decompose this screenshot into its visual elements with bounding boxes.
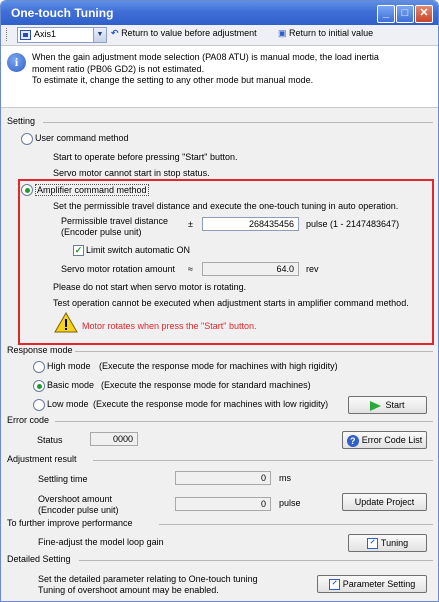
low-mode-desc: (Execute the response mode for machines … xyxy=(93,399,329,409)
warning-icon xyxy=(54,312,78,333)
user-command-method-radio[interactable] xyxy=(21,133,33,145)
amp-note: Test operation cannot be executed when a… xyxy=(53,298,409,308)
low-mode-radio[interactable] xyxy=(33,399,45,411)
warning-message: Motor rotates when press the "Start" but… xyxy=(82,321,257,331)
return-initial-value-label: Return to initial value xyxy=(289,28,374,38)
start-button[interactable]: Start xyxy=(348,396,427,414)
maximize-button[interactable]: □ xyxy=(396,5,414,23)
info-panel: i When the gain adjustment mode selectio… xyxy=(1,46,438,108)
info-message: When the gain adjustment mode selection … xyxy=(32,52,432,87)
toolbar-grip-icon[interactable] xyxy=(6,28,10,41)
response-mode-label: Response mode xyxy=(7,345,73,355)
amp-note: Please do not start when servo motor is … xyxy=(53,282,247,292)
detailed-setting-label: Detailed Setting xyxy=(7,554,71,564)
travel-distance-input[interactable]: 268435456 xyxy=(202,217,299,231)
basic-mode-radio[interactable] xyxy=(33,380,45,392)
toolbar: Axis1 ▼ ↶ Return to value before adjustm… xyxy=(1,25,438,46)
divider xyxy=(79,560,433,561)
limit-switch-checkbox[interactable]: ✓ xyxy=(73,245,84,256)
minimize-button[interactable]: _ xyxy=(377,5,395,23)
info-line: moment ratio (PB06 GD2) is not estimated… xyxy=(32,63,205,74)
detailed-desc: Set the detailed parameter relating to O… xyxy=(38,574,258,584)
divider xyxy=(93,460,433,461)
info-line: To estimate it, change the setting to an… xyxy=(32,75,314,85)
setting-group-label: Setting xyxy=(7,116,36,126)
error-code-list-button[interactable]: ? Error Code List xyxy=(342,431,427,449)
error-code-list-label: Error Code List xyxy=(361,435,423,445)
tuning-button[interactable]: Tuning xyxy=(348,534,427,552)
user-command-method-label[interactable]: User command method xyxy=(35,133,129,143)
amplifier-command-method-radio[interactable] xyxy=(21,184,33,196)
return-initial-value-button[interactable]: ▣ Return to initial value xyxy=(278,28,373,39)
basic-mode-label[interactable]: Basic mode xyxy=(47,380,94,390)
status-label: Status xyxy=(37,435,63,445)
help-icon: ? xyxy=(346,434,359,447)
tuning-button-label: Tuning xyxy=(380,538,409,548)
overshoot-unit-label: (Encoder pulse unit) xyxy=(38,505,119,515)
open-window-icon xyxy=(366,538,378,550)
start-play-icon xyxy=(370,400,382,411)
settling-time-unit: ms xyxy=(279,473,291,483)
detailed-desc: Tuning of overshoot amount may be enable… xyxy=(38,585,219,595)
divider xyxy=(75,351,433,352)
chevron-down-icon[interactable]: ▼ xyxy=(93,28,106,42)
return-before-adjustment-label: Return to value before adjustment xyxy=(121,28,257,38)
high-mode-label[interactable]: High mode xyxy=(47,361,91,371)
rotation-amount-value: 64.0 xyxy=(202,262,299,276)
return-icon: ↶ xyxy=(111,28,119,38)
travel-distance-unit-label: (Encoder pulse unit) xyxy=(61,227,142,237)
divider xyxy=(43,122,433,123)
document-return-icon: ▣ xyxy=(278,28,287,38)
adjustment-result-label: Adjustment result xyxy=(7,454,77,464)
high-mode-radio[interactable] xyxy=(33,361,45,373)
user-method-desc: Start to operate before pressing "Start"… xyxy=(53,152,238,162)
parameter-setting-label: Parameter Setting xyxy=(342,579,416,589)
limit-switch-label[interactable]: Limit switch automatic ON xyxy=(86,245,190,255)
basic-mode-desc: (Execute the response mode for standard … xyxy=(101,380,311,390)
rotation-amount-label: Servo motor rotation amount xyxy=(61,264,176,274)
amp-method-desc: Set the permissible travel distance and … xyxy=(53,201,399,211)
close-button[interactable]: ✕ xyxy=(415,5,433,23)
amplifier-command-method-label[interactable]: Amplifier command method xyxy=(35,184,149,196)
info-icon: i xyxy=(7,53,26,72)
travel-distance-label: Permissible travel distance xyxy=(61,216,169,226)
axis-select-value: Axis1 xyxy=(34,29,57,39)
axis-select[interactable]: Axis1 ▼ xyxy=(17,27,107,43)
divider xyxy=(55,421,433,422)
rotation-unit: rev xyxy=(306,264,319,274)
low-mode-label[interactable]: Low mode xyxy=(47,399,89,409)
one-touch-tuning-window: One-touch Tuning _ □ ✕ Axis1 ▼ ↶ Return … xyxy=(0,0,439,602)
status-value: 0000 xyxy=(90,432,138,446)
travel-distance-unit: pulse (1 - 2147483647) xyxy=(306,219,400,229)
window-title: One-touch Tuning xyxy=(11,6,114,20)
overshoot-value: 0 xyxy=(175,497,271,511)
plus-minus-sign: ± xyxy=(188,219,193,229)
improve-desc: Fine-adjust the model loop gain xyxy=(38,537,164,547)
info-line: When the gain adjustment mode selection … xyxy=(32,52,379,62)
divider xyxy=(159,524,433,525)
high-mode-desc: (Execute the response mode for machines … xyxy=(99,361,338,371)
overshoot-unit: pulse xyxy=(279,498,301,508)
improve-performance-label: To further improve performance xyxy=(7,518,133,528)
settling-time-label: Settling time xyxy=(38,474,88,484)
parameter-setting-button[interactable]: Parameter Setting xyxy=(317,575,427,593)
title-bar: One-touch Tuning _ □ ✕ xyxy=(1,1,438,25)
settling-time-value: 0 xyxy=(175,471,271,485)
return-before-adjustment-button[interactable]: ↶ Return to value before adjustment xyxy=(111,28,257,39)
axis-icon xyxy=(20,30,31,40)
user-method-desc: Servo motor cannot start in stop status. xyxy=(53,168,210,178)
open-window-icon xyxy=(328,579,340,591)
approx-sign: ≈ xyxy=(188,264,193,274)
error-code-label: Error code xyxy=(7,415,50,425)
start-button-label: Start xyxy=(385,400,405,410)
update-project-button[interactable]: Update Project xyxy=(342,493,427,511)
overshoot-label: Overshoot amount xyxy=(38,494,113,504)
